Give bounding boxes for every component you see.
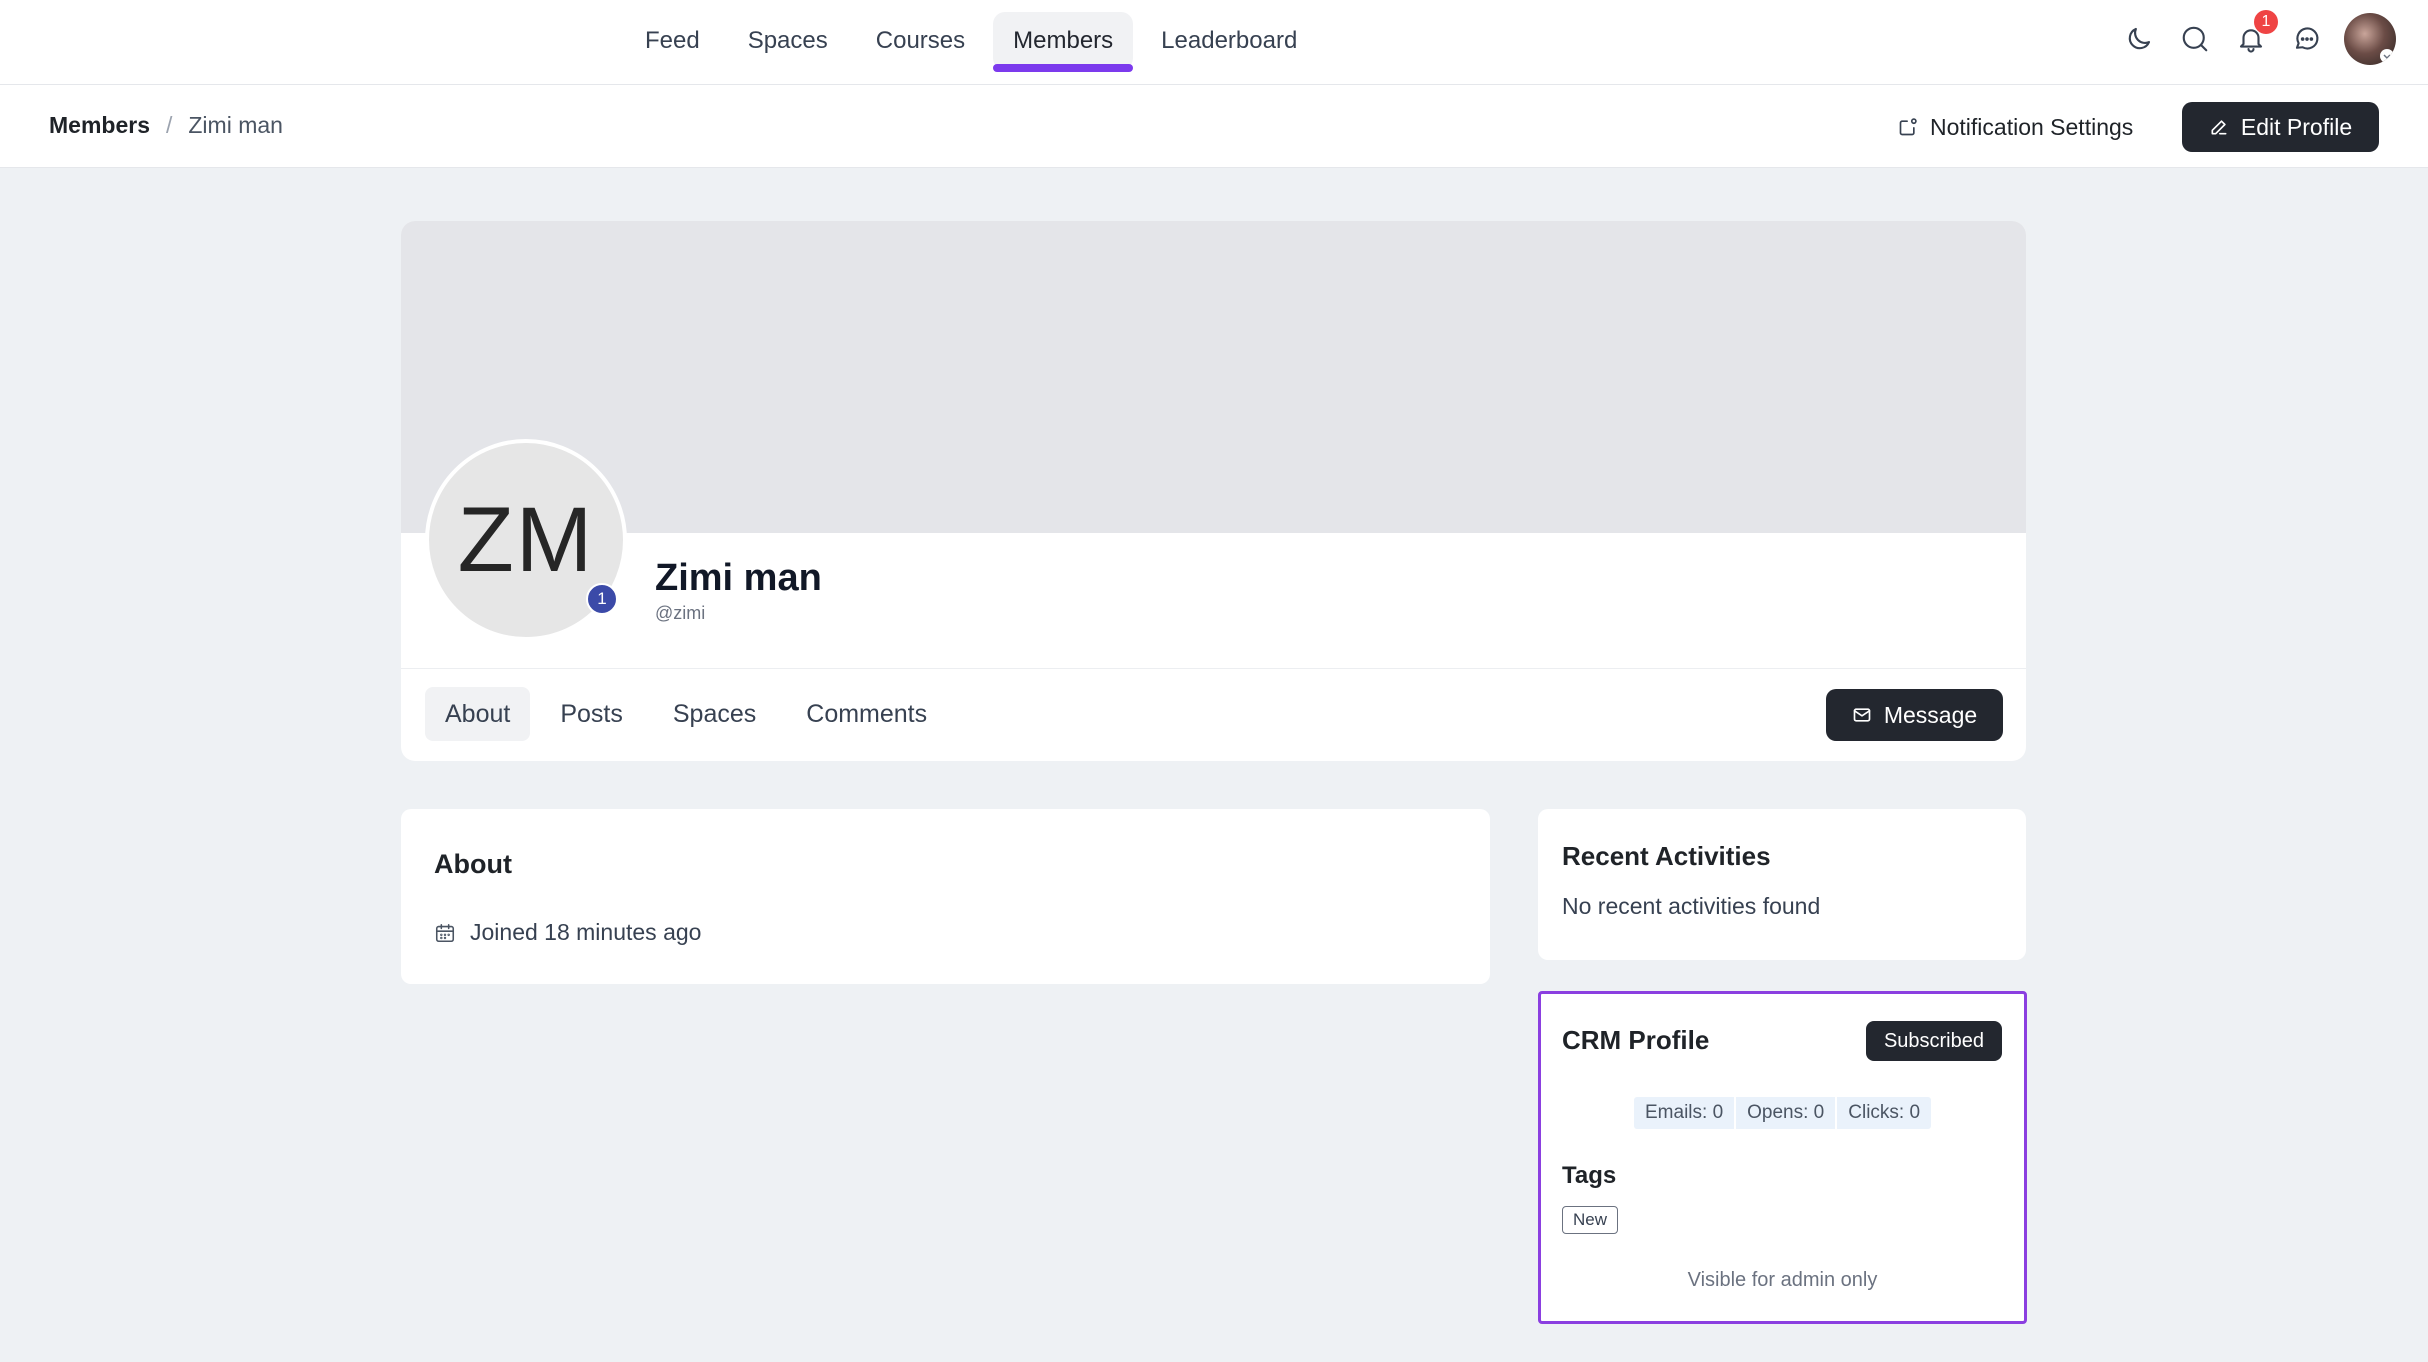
about-card: About Joined 18 minutes ago [401, 809, 1490, 984]
divider [401, 668, 2026, 669]
about-heading: About [434, 849, 512, 879]
nav-link-leaderboard[interactable]: Leaderboard [1141, 12, 1317, 70]
chat-icon[interactable] [2288, 20, 2326, 58]
tab-about[interactable]: About [425, 687, 531, 741]
profile-name: Zimi man [655, 557, 822, 599]
crm-stat-emails: Emails: 0 [1645, 1102, 1724, 1123]
crm-profile-card: CRM Profile Subscribed Emails: 0 Opens: … [1538, 991, 2027, 1324]
recent-activities-card: Recent Activities No recent activities f… [1538, 809, 2026, 960]
search-icon[interactable] [2176, 20, 2214, 58]
crm-stat-clicks: Clicks: 0 [1835, 1097, 1931, 1129]
cover-image [401, 221, 2026, 533]
notifications-bell-icon[interactable]: 1 [2232, 10, 2278, 58]
recent-activities-heading: Recent Activities [1562, 841, 1771, 871]
pencil-icon [2209, 117, 2229, 137]
admin-only-note: Visible for admin only [1687, 1269, 1878, 1291]
joined-text: Joined 18 minutes ago [470, 919, 702, 945]
crm-tags-heading: Tags [1562, 1162, 1617, 1189]
profile-handle: @zimi [655, 603, 706, 623]
notification-settings-link[interactable]: Notification Settings [1898, 110, 2133, 144]
crm-stat-opens: Opens: 0 [1734, 1097, 1835, 1129]
nav-link-members[interactable]: Members [993, 12, 1134, 72]
message-label: Message [1883, 701, 1978, 728]
message-button[interactable]: Message [1826, 689, 2003, 741]
nav-link-courses[interactable]: Courses [856, 12, 985, 70]
edit-profile-button[interactable]: Edit Profile [2182, 102, 2379, 152]
notification-count-badge: 1 [2254, 10, 2278, 34]
nav-link-spaces[interactable]: Spaces [728, 12, 848, 70]
user-avatar[interactable] [2344, 13, 2396, 65]
level-badge: 1 [586, 583, 618, 615]
profile-card: ZM 1 Zimi man @zimi About Posts Spaces C… [401, 221, 2026, 761]
tab-posts[interactable]: Posts [540, 687, 643, 741]
recent-activities-empty: No recent activities found [1562, 893, 1821, 919]
edit-profile-label: Edit Profile [2240, 113, 2353, 140]
tab-spaces[interactable]: Spaces [653, 687, 776, 741]
notification-settings-label: Notification Settings [1930, 113, 2134, 140]
dark-mode-icon[interactable] [2120, 20, 2158, 58]
main-nav: Feed Spaces Courses Members Leaderboard [625, 12, 1317, 72]
calendar-icon [434, 922, 456, 944]
nav-actions: 1 [2120, 10, 2396, 65]
breadcrumb-current: Zimi man [188, 112, 283, 138]
top-navbar: Feed Spaces Courses Members Leaderboard … [0, 0, 2428, 85]
mail-icon [1852, 705, 1872, 725]
chevron-down-icon [2380, 49, 2394, 63]
crm-stats: Emails: 0 Opens: 0 Clicks: 0 [1634, 1097, 1932, 1129]
crm-profile-heading: CRM Profile [1562, 1025, 1710, 1055]
tab-comments[interactable]: Comments [786, 687, 947, 741]
nav-link-feed[interactable]: Feed [625, 12, 720, 70]
subscription-status-badge: Subscribed [1865, 1021, 2002, 1061]
crm-tag: New [1562, 1206, 1619, 1234]
page-header-bar: Members / Zimi man Notification Settings… [0, 85, 2428, 168]
joined-info: Joined 18 minutes ago [434, 919, 701, 946]
breadcrumb: Members / Zimi man [49, 112, 283, 139]
breadcrumb-members-link[interactable]: Members [49, 112, 150, 139]
external-settings-icon [1898, 117, 1918, 137]
breadcrumb-separator: / [165, 112, 173, 138]
profile-tabs: About Posts Spaces Comments [425, 687, 947, 741]
